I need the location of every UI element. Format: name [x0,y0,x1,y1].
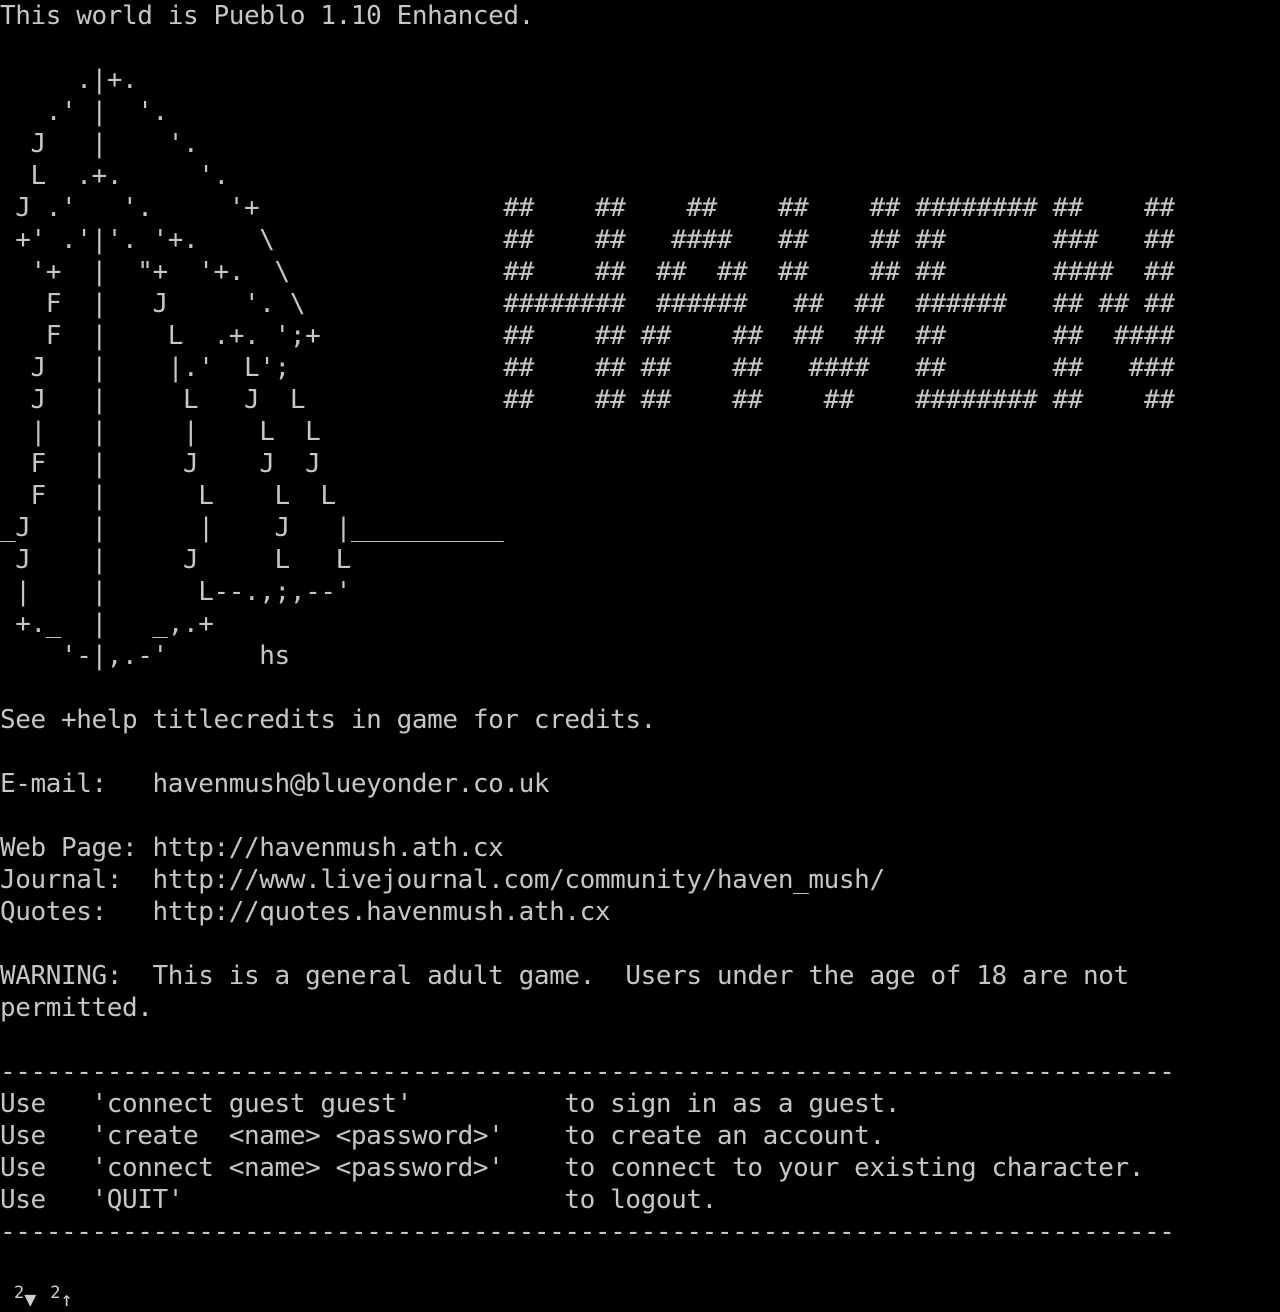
terminal-line: Journal: http://www.livejournal.com/comm… [0,865,885,895]
terminal-line: _J | | J |__________ [0,513,504,543]
terminal-line: Use 'connect <name> <password>' to conne… [0,1153,1144,1183]
terminal-line: permitted. [0,993,153,1023]
terminal-line: '-|,.-' hs [0,641,290,671]
terminal-line: ----------------------------------------… [0,1217,1175,1247]
terminal-line: .|+. [0,65,138,95]
terminal-line: J | |.' L'; ## ## ## ## #### ## ## ### [0,353,1175,383]
terminal-output: This world is Pueblo 1.10 Enhanced. .|+.… [0,0,1280,1312]
terminal-line: L .+. '. [0,161,230,191]
terminal-line: WARNING: This is a general adult game. U… [0,961,1129,991]
up-arrow-icon: ↑ [60,1287,73,1311]
terminal-line: Use 'create <name> <password>' to create… [0,1121,885,1151]
terminal-line: +' .'|'. '+. \ ## ## #### ## ## ## ### #… [0,225,1175,255]
terminal-line: J | '. [0,129,199,159]
down-arrow-icon: ▼ [24,1287,37,1311]
terminal-line: Quotes: http://quotes.havenmush.ath.cx [0,897,611,927]
scroll-up-indicator[interactable]: 2 ↑ [50,1283,73,1311]
terminal-line: Web Page: http://havenmush.ath.cx [0,833,504,863]
terminal-line: E-mail: havenmush@blueyonder.co.uk [0,769,550,799]
terminal-line: This world is Pueblo 1.10 Enhanced. [0,1,534,31]
terminal-line: '+ | "+ '+. \ ## ## ## ## ## ## ## #### … [0,257,1175,287]
terminal-line: | | | L L [0,417,321,447]
terminal-line: ----------------------------------------… [0,1057,1175,1087]
scroll-down-count: 2 [14,1283,25,1303]
terminal-line: F | J J J [0,449,321,479]
terminal-line: J | L J L ## ## ## ## ## ######## ## ## [0,385,1175,415]
scroll-up-count: 2 [50,1283,61,1303]
terminal-line: Use 'QUIT' to logout. [0,1185,717,1215]
terminal-line: F | J '. \ ######## ###### ## ## ###### … [0,289,1175,319]
terminal-line: .' | '. [0,97,168,127]
status-bar: 2 ▼ 2 ↑ [14,1274,73,1311]
terminal-line: J | J L L [0,545,351,575]
terminal-line: J .' '. '+ ## ## ## ## ## ######## ## ## [0,193,1175,223]
terminal-line: F | L L L [0,481,336,511]
scroll-down-indicator[interactable]: 2 ▼ [14,1283,37,1311]
terminal-line: +._ | _,.+ [0,609,214,639]
terminal-line: | | L--.,;,--' [0,577,351,607]
terminal-line: Use 'connect guest guest' to sign in as … [0,1089,900,1119]
terminal-line: See +help titlecredits in game for credi… [0,705,656,735]
terminal-line: F | L .+. ';+ ## ## ## ## ## ## ## ## ##… [0,321,1175,351]
